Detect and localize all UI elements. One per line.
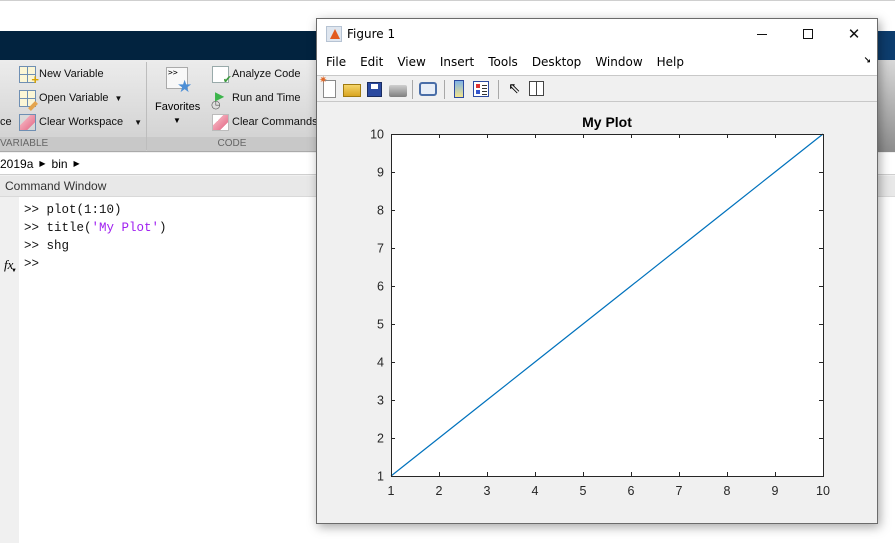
star-icon: ★ [177, 77, 193, 96]
analyze-code-icon [212, 65, 232, 86]
command-input-prompt[interactable]: >> [24, 257, 39, 271]
matlab-ribbon-right [877, 60, 895, 152]
y-tick-label: 3 [377, 394, 384, 408]
run-and-time-label: Run and Time [232, 92, 301, 104]
y-tick-label: 5 [377, 318, 384, 332]
y-tick-label: 6 [377, 280, 384, 294]
open-variable-button[interactable]: Open Variable ▼ [19, 88, 122, 108]
clear-commands-label: Clear Commands [232, 116, 318, 128]
ribbon-partial-label: ce [0, 116, 12, 128]
ribbon-section-label-code: CODE [147, 137, 317, 151]
x-tick-label: 1 [388, 484, 395, 498]
plot-title: My Plot [582, 114, 632, 130]
chevron-down-icon: ▼ [114, 93, 123, 103]
chevron-down-icon[interactable]: ▼ [11, 268, 17, 274]
clear-commands-icon [212, 113, 229, 131]
run-and-time-button[interactable]: Run and Time [211, 88, 301, 111]
prompt: >> [24, 239, 47, 253]
x-tick-label: 10 [816, 484, 830, 498]
y-tick-label: 2 [377, 432, 384, 446]
x-tick-label: 5 [580, 484, 587, 498]
new-variable-label: New Variable [39, 68, 104, 80]
command-line: >> title('My Plot') [24, 221, 167, 235]
command-code: shg [46, 239, 70, 253]
prompt: >> [24, 203, 47, 217]
x-tick-label: 7 [676, 484, 683, 498]
path-segment[interactable]: bin [52, 157, 68, 171]
new-variable-button[interactable]: New Variable [19, 64, 104, 87]
x-tick-label: 9 [772, 484, 779, 498]
command-string: 'My Plot' [91, 221, 160, 235]
analyze-code-label: Analyze Code [232, 68, 301, 80]
x-tick-label: 6 [628, 484, 635, 498]
open-variable-icon [19, 89, 36, 107]
y-tick-label: 7 [377, 242, 384, 256]
command-code: plot(1:10) [46, 203, 122, 217]
y-tick-label: 1 [377, 470, 384, 484]
prompt: >> [24, 221, 47, 235]
command-line: >> plot(1:10) [24, 203, 122, 217]
y-tick-label: 4 [377, 356, 384, 370]
chevron-down-icon: ▼ [173, 116, 181, 125]
path-segment[interactable]: 2019a [0, 157, 33, 171]
clear-workspace-label: Clear Workspace [39, 116, 124, 128]
ribbon-section-label-variable: VARIABLE [0, 137, 146, 151]
x-tick-label: 3 [484, 484, 491, 498]
figure-window[interactable]: Figure 1 ✕ File Edit View Insert Tools D… [316, 18, 878, 524]
chevron-right-icon[interactable]: ▶ [39, 159, 45, 168]
y-tick-label: 9 [377, 166, 384, 180]
chevron-down-icon: ▼ [134, 117, 143, 127]
command-window-gutter [0, 197, 19, 543]
chevron-right-icon[interactable]: ▶ [74, 159, 80, 168]
command-line: >> shg [24, 239, 69, 253]
run-and-time-icon [211, 89, 229, 111]
plot-canvas[interactable]: 1 2 3 4 5 6 7 8 9 10 1 2 3 4 5 6 7 8 9 10 My Plot [317, 19, 877, 523]
analyze-code-button[interactable]: Analyze Code [212, 64, 301, 86]
x-tick-label: 4 [532, 484, 539, 498]
matlab-tab-strip-right [877, 31, 895, 60]
clear-commands-button[interactable]: Clear Commands [212, 112, 318, 132]
x-tick-label: 8 [724, 484, 731, 498]
y-tick-label: 10 [370, 128, 384, 142]
open-variable-label: Open Variable [39, 92, 109, 104]
new-variable-icon [19, 65, 39, 87]
x-tick-label: 2 [436, 484, 443, 498]
command-code: title( [46, 221, 92, 235]
favorites-label: Favorites [155, 101, 201, 113]
clear-workspace-icon [19, 113, 36, 131]
clear-workspace-button[interactable]: Clear Workspace ▼ [19, 112, 142, 132]
y-tick-label: 8 [377, 204, 384, 218]
command-code-suffix: ) [159, 221, 167, 235]
